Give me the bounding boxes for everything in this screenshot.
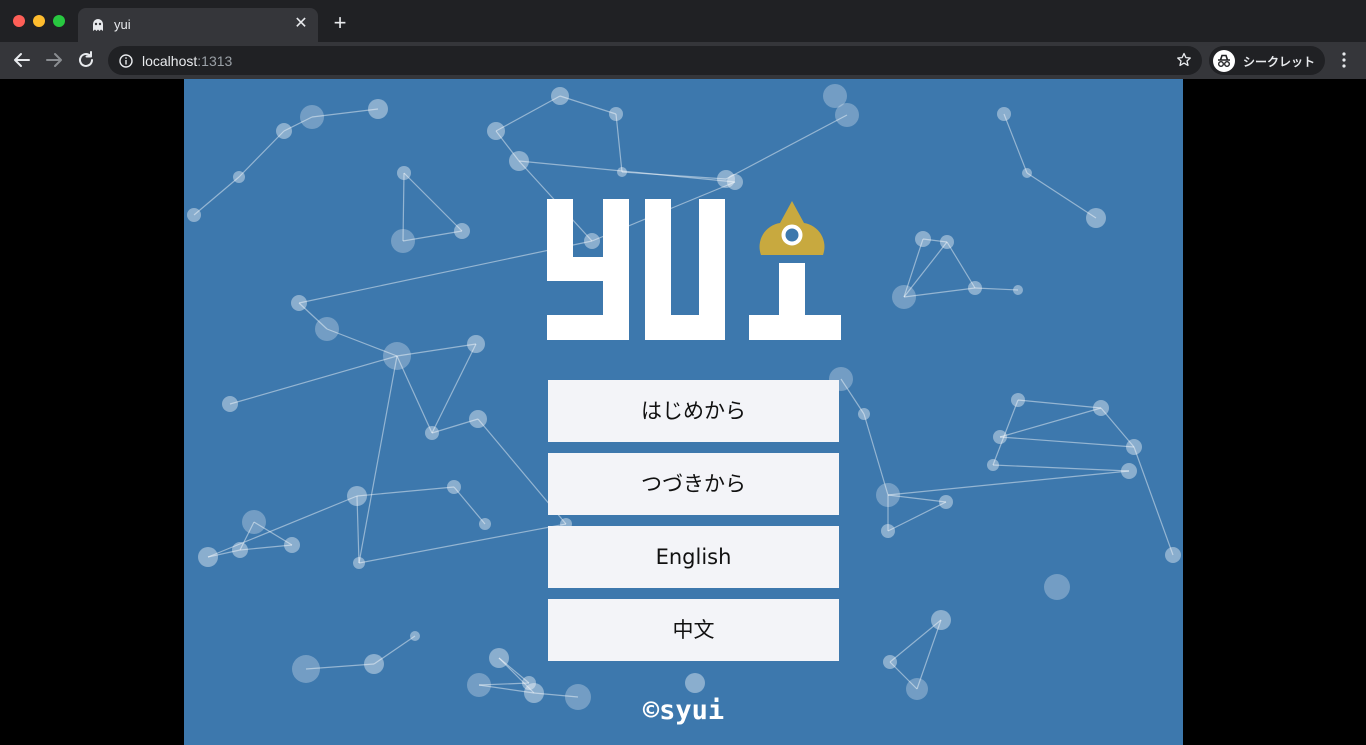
particle-node (1126, 439, 1142, 455)
copyright-text: ©syui (642, 695, 725, 726)
particle-node (469, 410, 487, 428)
particle-node (915, 231, 931, 247)
particle-node (685, 673, 705, 693)
incognito-label: シークレット (1243, 55, 1316, 69)
particle-node (1093, 400, 1109, 416)
particle-node (858, 408, 870, 420)
particle-node (187, 208, 201, 222)
particle-node (242, 510, 266, 534)
ghost-icon (93, 19, 103, 31)
particle-node (1086, 208, 1106, 228)
particle-node (1044, 574, 1070, 600)
continue-button[interactable]: つづきから (548, 453, 839, 515)
forward-arrow-icon[interactable] (42, 49, 66, 71)
particle-node (551, 87, 569, 105)
particle-node (1121, 463, 1137, 479)
browser-toolbar: localhost:1313 シークレット (0, 42, 1366, 79)
particle-node (931, 610, 951, 630)
kebab-menu-icon[interactable] (1336, 51, 1352, 69)
bookmark-star-icon[interactable] (1176, 52, 1192, 68)
particle-node (617, 167, 627, 177)
particle-node (292, 655, 320, 683)
particle-node (447, 480, 461, 494)
chinese-language-button[interactable]: 中文 (548, 599, 839, 661)
particle-node (198, 547, 218, 567)
particle-node (939, 495, 953, 509)
new-tab-button[interactable]: + (330, 12, 350, 34)
particle-node (1165, 547, 1181, 563)
back-arrow-icon[interactable] (10, 49, 34, 71)
minimize-window-button[interactable] (33, 15, 45, 27)
reload-icon[interactable] (74, 49, 98, 71)
particle-node (1022, 168, 1032, 178)
particle-node (987, 459, 999, 471)
particle-node (489, 648, 509, 668)
browser-tab[interactable]: yui ✕ (78, 8, 318, 42)
particle-node (509, 151, 529, 171)
particle-node (1013, 285, 1023, 295)
particle-node (609, 107, 623, 121)
particle-node (425, 426, 439, 440)
maximize-window-button[interactable] (53, 15, 65, 27)
particle-node (391, 229, 415, 253)
particle-node (1011, 393, 1025, 407)
english-language-button[interactable]: English (548, 526, 839, 588)
url-text: localhost:1313 (142, 53, 233, 69)
address-bar[interactable]: localhost:1313 (108, 46, 1202, 75)
particle-node (883, 655, 897, 669)
particle-node (479, 518, 491, 530)
particle-node (284, 537, 300, 553)
particle-node (940, 235, 954, 249)
particle-node (368, 99, 388, 119)
particle-node (364, 654, 384, 674)
incognito-profile-button[interactable]: シークレット (1209, 46, 1325, 75)
close-window-button[interactable] (13, 15, 25, 27)
particle-node (276, 123, 292, 139)
particle-node (487, 122, 505, 140)
tab-title: yui (114, 17, 131, 32)
particle-node (997, 107, 1011, 121)
tab-close-icon[interactable]: ✕ (292, 15, 310, 33)
game-title-screen: はじめから つづきから English 中文 ©syui (184, 79, 1183, 745)
particle-node (467, 673, 491, 697)
particle-node (291, 295, 307, 311)
title-menu: はじめから つづきから English 中文 (548, 380, 839, 672)
new-game-button[interactable]: はじめから (548, 380, 839, 442)
particle-node (222, 396, 238, 412)
particle-node (881, 524, 895, 538)
particle-node (353, 557, 365, 569)
particle-node (717, 170, 735, 188)
particle-node (892, 285, 916, 309)
browser-titlebar: yui ✕ + (0, 0, 1366, 42)
particle-node (876, 483, 900, 507)
particle-node (315, 317, 339, 341)
particle-node (823, 84, 847, 108)
particle-node (968, 281, 982, 295)
site-info-icon[interactable] (119, 54, 133, 68)
particle-node (383, 342, 411, 370)
particle-node (467, 335, 485, 353)
incognito-icon (1213, 50, 1235, 72)
particle-node (347, 486, 367, 506)
particle-node (454, 223, 470, 239)
particle-node (410, 631, 420, 641)
yui-logo (547, 199, 842, 341)
particle-node (232, 542, 248, 558)
particle-node (993, 430, 1007, 444)
particle-node (300, 105, 324, 129)
particle-node (397, 166, 411, 180)
particle-node (233, 171, 245, 183)
